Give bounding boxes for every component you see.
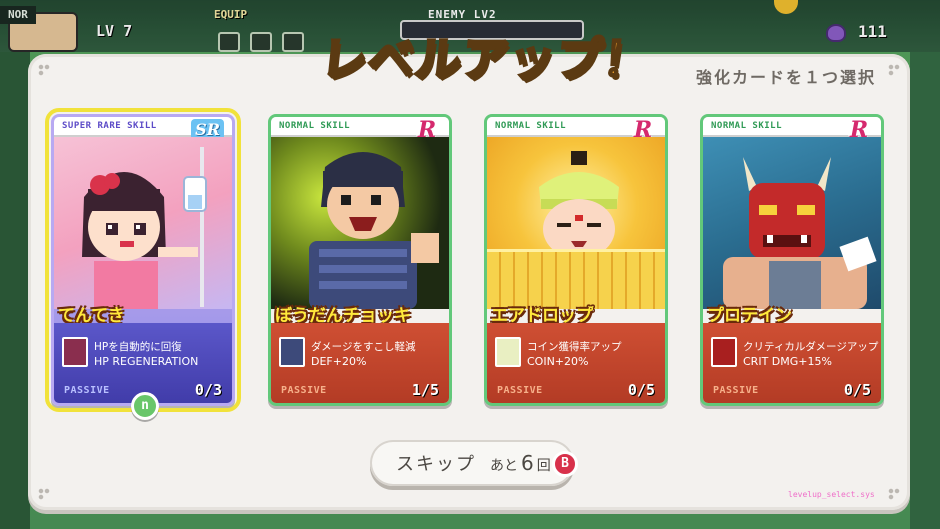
b-button-icon: B <box>552 451 578 477</box>
skill-level-count: 0/5 <box>627 381 655 399</box>
skip-remaining-count: 6 <box>521 451 534 475</box>
skill-description-en: DEF+20% <box>311 355 367 368</box>
skill-card-tenteki[interactable]: SUPER RARE SKILL SR てんてき HPを自動的に回復 HP RE… <box>45 108 241 412</box>
coin-face-icon <box>495 337 521 367</box>
skill-level-count: 0/5 <box>843 381 871 399</box>
skill-type: PASSIVE <box>64 385 110 396</box>
vest-icon <box>279 337 305 367</box>
skill-description-en: CRIT DMG+15% <box>743 355 832 368</box>
card-skill-panel: コイン獲得率アップ COIN+20% PASSIVE 0/5 <box>487 323 665 403</box>
skill-card-bulletproof-vest[interactable]: NORMAL SKILL R ぼうだんチョッキ ダメージをすこし軽減 DEF+2… <box>268 114 452 406</box>
oni-mask-icon <box>711 337 737 367</box>
corner-decoration <box>888 488 900 500</box>
card-artwork <box>487 137 665 309</box>
card-header: SUPER RARE SKILL SR <box>54 117 232 141</box>
skill-type: PASSIVE <box>497 385 543 396</box>
card-header: NORMAL SKILL R <box>487 117 665 143</box>
dialog-subtitle: 強化カードを１つ選択 <box>695 68 876 87</box>
skill-description-jp: クリティカルダメージアップ <box>743 341 879 353</box>
oni-mask-illustration <box>723 157 877 309</box>
rarity-label: NORMAL SKILL <box>711 121 783 131</box>
iv-drip-icon <box>62 337 88 367</box>
skill-card-airdrop[interactable]: NORMAL SKILL R エアドロップ コイン獲得率アップ COIN+20%… <box>484 114 668 406</box>
card-artwork <box>703 137 881 309</box>
corner-decoration <box>38 64 50 76</box>
rarity-label: NORMAL SKILL <box>495 121 567 131</box>
levelup-title: レベルアップ！ <box>317 31 655 88</box>
rarity-label: NORMAL SKILL <box>279 121 351 131</box>
card-header: NORMAL SKILL R <box>271 117 449 143</box>
skill-description-jp: コイン獲得率アップ <box>527 341 622 353</box>
vest-character-illustration <box>309 152 439 309</box>
corner-decoration <box>888 64 900 76</box>
skill-description-jp: ダメージをすこし軽減 <box>311 341 416 353</box>
skip-remaining: あと 6 回 <box>490 451 551 475</box>
card-skill-panel: クリティカルダメージアップ CRIT DMG+15% PASSIVE 0/5 <box>703 323 881 403</box>
skill-level-count: 0/3 <box>194 381 222 399</box>
selected-indicator: n <box>131 392 159 420</box>
card-artwork <box>54 137 232 309</box>
skip-button[interactable]: スキップ あと 6 回 <box>370 440 574 486</box>
nurse-girl-illustration <box>82 147 207 309</box>
coin-pile <box>487 249 665 309</box>
rarity-label: SUPER RARE SKILL <box>62 121 157 131</box>
skill-type: PASSIVE <box>713 385 759 396</box>
skill-description-jp: HPを自動的に回復 <box>94 341 182 353</box>
skip-remaining-prefix: あと <box>490 458 518 474</box>
scene-id-label: levelup_select.sys <box>788 490 875 499</box>
skip-remaining-suffix: 回 <box>536 458 551 474</box>
skill-description-en: HP REGENERATION <box>94 355 199 368</box>
skill-level-count: 1/5 <box>411 381 439 399</box>
card-header: NORMAL SKILL R <box>703 117 881 143</box>
skill-description-en: COIN+20% <box>527 355 589 368</box>
skill-type: PASSIVE <box>281 385 327 396</box>
skip-label: スキップ <box>396 454 476 475</box>
corner-decoration <box>38 488 50 500</box>
skill-card-protein[interactable]: NORMAL SKILL R プロテイン クリティカルダメージアップ CRIT … <box>700 114 884 406</box>
card-skill-panel: ダメージをすこし軽減 DEF+20% PASSIVE 1/5 <box>271 323 449 403</box>
card-artwork <box>271 137 449 309</box>
